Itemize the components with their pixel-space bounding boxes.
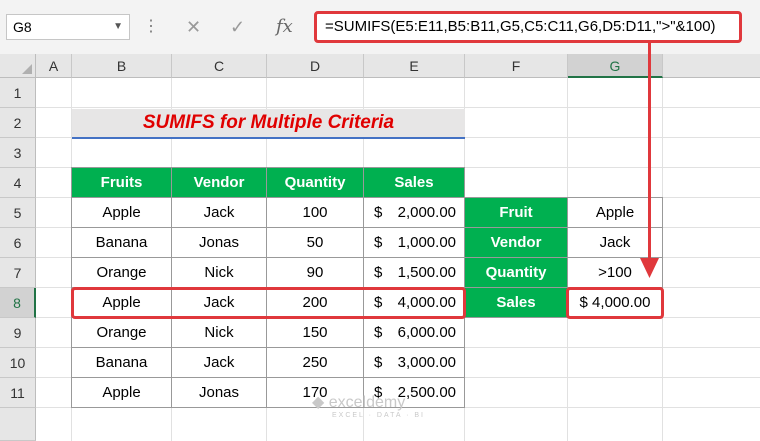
- table-cell-quantity[interactable]: 250: [267, 348, 364, 378]
- table-cell-vendor[interactable]: Jack: [172, 198, 267, 228]
- formula-input[interactable]: =SUMIFS(E5:E11,B5:B11,G5,C5:C11,G6,D5:D1…: [314, 11, 742, 43]
- result-cell-highlight: [566, 287, 664, 319]
- row-header-10[interactable]: 10: [0, 348, 36, 378]
- table-header-fruits[interactable]: Fruits: [72, 168, 172, 198]
- row-header-4[interactable]: 4: [0, 168, 36, 198]
- table-header-quantity[interactable]: Quantity: [267, 168, 364, 198]
- table-cell-fruit[interactable]: Orange: [72, 318, 172, 348]
- column-header-blank: [663, 54, 760, 78]
- currency-symbol: $: [374, 264, 383, 281]
- sales-amount: 3,000.00: [397, 354, 456, 371]
- currency-symbol: $: [374, 204, 383, 221]
- column-header-f[interactable]: F: [465, 54, 568, 78]
- table-cell-fruit[interactable]: Apple: [72, 378, 172, 408]
- function-icon[interactable]: fx: [276, 14, 293, 40]
- currency-symbol: $: [374, 234, 383, 251]
- sales-amount: 1,500.00: [397, 264, 456, 281]
- criteria-label-sales[interactable]: Sales: [465, 288, 568, 318]
- matching-row-highlight: [71, 287, 466, 319]
- table-cell-sales[interactable]: $1,500.00: [364, 258, 465, 288]
- worksheet-grid[interactable]: A B C D E F G 1 2 3 4 5 6 7 8 9 10 11 SU…: [0, 54, 760, 441]
- cancel-icon[interactable]: ✕: [186, 14, 201, 40]
- name-box[interactable]: G8 ▼: [6, 14, 130, 40]
- table-header-vendor[interactable]: Vendor: [172, 168, 267, 198]
- watermark-tagline: EXCEL · DATA · BI: [332, 412, 425, 419]
- table-cell-sales[interactable]: $2,000.00: [364, 198, 465, 228]
- table-cell-fruit[interactable]: Orange: [72, 258, 172, 288]
- table-cell-quantity[interactable]: 150: [267, 318, 364, 348]
- watermark: ◆ exceldemy EXCEL · DATA · BI: [312, 392, 425, 419]
- sales-amount: 6,000.00: [397, 324, 456, 341]
- table-cell-vendor[interactable]: Nick: [172, 258, 267, 288]
- chevron-down-icon[interactable]: ▼: [113, 15, 123, 39]
- table-cell-vendor[interactable]: Nick: [172, 318, 267, 348]
- row-header-6[interactable]: 6: [0, 228, 36, 258]
- column-header-e[interactable]: E: [364, 54, 465, 78]
- column-header-a[interactable]: A: [36, 54, 72, 78]
- gridline: [36, 107, 760, 108]
- table-cell-sales[interactable]: $1,000.00: [364, 228, 465, 258]
- row-header-1[interactable]: 1: [0, 78, 36, 108]
- table-cell-fruit[interactable]: Banana: [72, 348, 172, 378]
- row-header-8[interactable]: 8: [0, 288, 36, 318]
- row-header-11[interactable]: 11: [0, 378, 36, 408]
- enter-icon[interactable]: ✓: [230, 14, 245, 40]
- table-cell-quantity[interactable]: 100: [267, 198, 364, 228]
- column-header-b[interactable]: B: [72, 54, 172, 78]
- select-all-button[interactable]: [0, 54, 36, 78]
- currency-symbol: $: [374, 324, 383, 341]
- row-header-3[interactable]: 3: [0, 138, 36, 168]
- criteria-label-quantity[interactable]: Quantity: [465, 258, 568, 288]
- row-header-9[interactable]: 9: [0, 318, 36, 348]
- table-cell-quantity[interactable]: 50: [267, 228, 364, 258]
- currency-symbol: $: [374, 354, 383, 371]
- criteria-label-fruit[interactable]: Fruit: [465, 198, 568, 228]
- column-header-c[interactable]: C: [172, 54, 267, 78]
- table-cell-fruit[interactable]: Banana: [72, 228, 172, 258]
- row-header-blank: [0, 408, 36, 441]
- callout-arrow-line: [648, 43, 651, 264]
- table-header-sales[interactable]: Sales: [364, 168, 465, 198]
- sales-amount: 2,000.00: [397, 204, 456, 221]
- name-box-value: G8: [13, 19, 32, 35]
- table-cell-sales[interactable]: $3,000.00: [364, 348, 465, 378]
- row-header-5[interactable]: 5: [0, 198, 36, 228]
- table-cell-quantity[interactable]: 90: [267, 258, 364, 288]
- callout-arrow-head-icon: [640, 258, 659, 278]
- sheet-title[interactable]: SUMIFS for Multiple Criteria: [72, 109, 465, 139]
- table-cell-fruit[interactable]: Apple: [72, 198, 172, 228]
- watermark-name: exceldemy: [328, 394, 406, 411]
- table-cell-vendor[interactable]: Jonas: [172, 378, 267, 408]
- more-options-icon[interactable]: ⋮: [143, 16, 160, 36]
- column-header-d[interactable]: D: [267, 54, 364, 78]
- row-header-7[interactable]: 7: [0, 258, 36, 288]
- table-cell-vendor[interactable]: Jonas: [172, 228, 267, 258]
- sales-amount: 1,000.00: [397, 234, 456, 251]
- table-cell-vendor[interactable]: Jack: [172, 348, 267, 378]
- formula-bar: G8 ▼ ⋮ ✕ ✓ fx =SUMIFS(E5:E11,B5:B11,G5,C…: [0, 0, 760, 54]
- watermark-logo-icon: ◆: [312, 394, 329, 411]
- table-cell-sales[interactable]: $6,000.00: [364, 318, 465, 348]
- criteria-label-vendor[interactable]: Vendor: [465, 228, 568, 258]
- row-header-2[interactable]: 2: [0, 108, 36, 138]
